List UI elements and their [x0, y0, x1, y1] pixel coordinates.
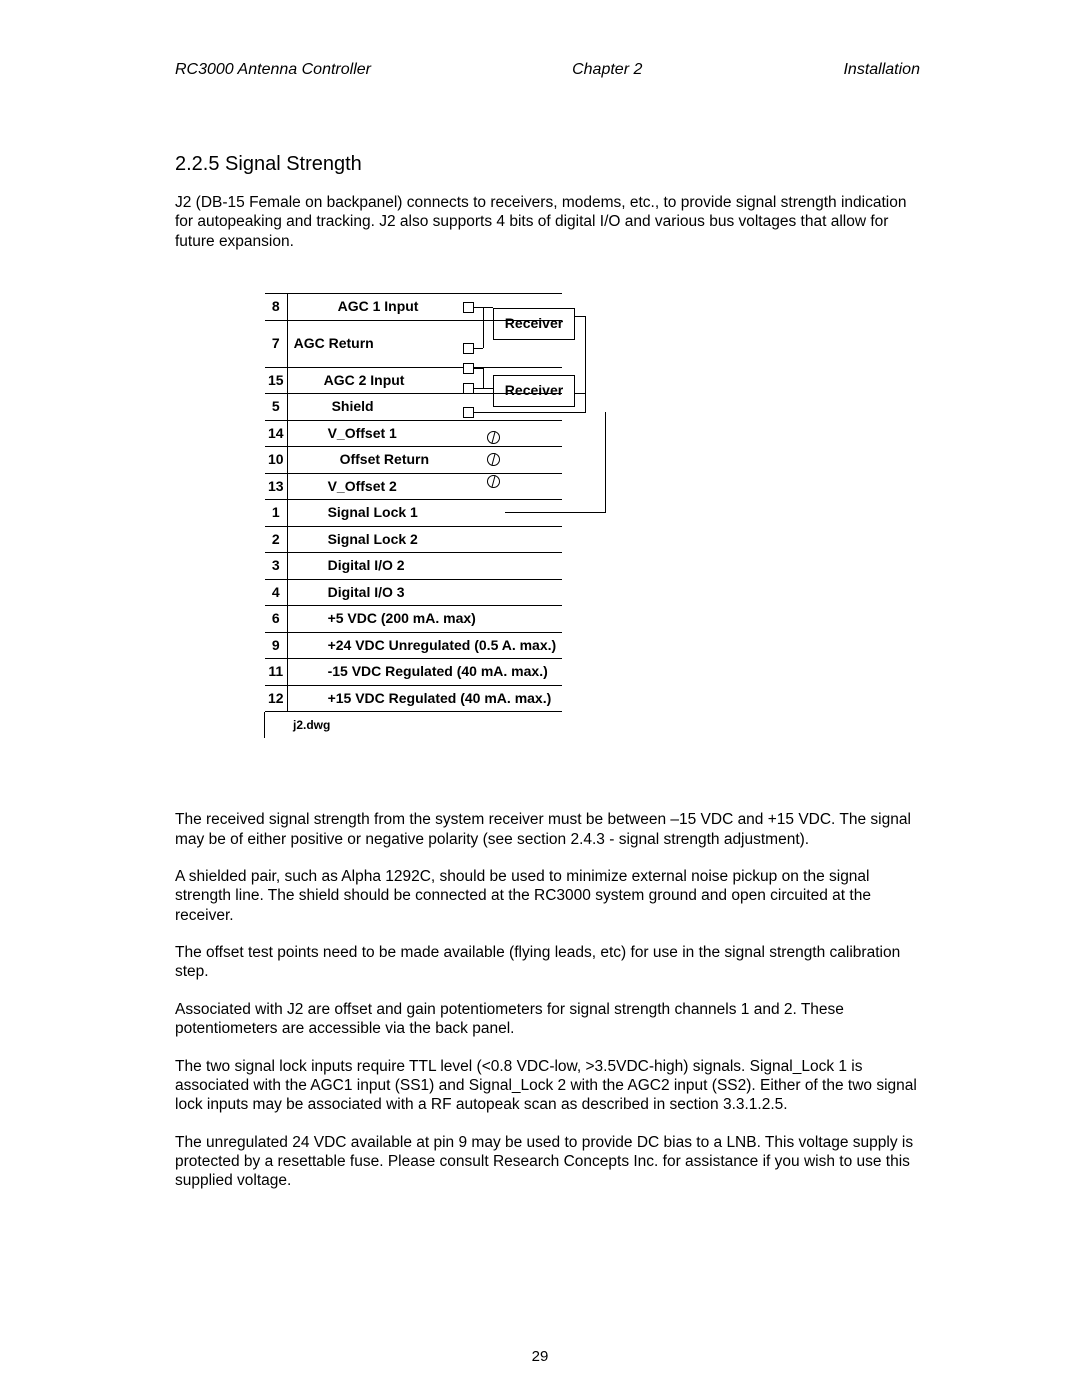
pin-label: -15 VDC Regulated (40 mA. max.) [287, 659, 562, 686]
pin-number: 9 [265, 632, 287, 659]
body-paragraph: The two signal lock inputs require TTL l… [175, 1057, 920, 1115]
pin-number: 13 [265, 473, 287, 500]
table-row: 2Signal Lock 2 [265, 526, 562, 553]
page-header: RC3000 Antenna Controller Chapter 2 Inst… [175, 60, 920, 90]
table-row: 10Offset Return [265, 447, 562, 474]
table-row: 6+5 VDC (200 mA. max) [265, 606, 562, 633]
pin-label: +5 VDC (200 mA. max) [287, 606, 562, 633]
drawing-file-label: j2.dwg [264, 712, 353, 738]
pin-label: Signal Lock 2 [287, 526, 562, 553]
pin-label: +24 VDC Unregulated (0.5 A. max.) [287, 632, 562, 659]
pin-number: 2 [265, 526, 287, 553]
pin-number: 3 [265, 553, 287, 580]
body-paragraph: Associated with J2 are offset and gain p… [175, 1000, 920, 1039]
receiver-box: Receiver [493, 375, 575, 407]
pin-number: 6 [265, 606, 287, 633]
body-paragraph: The offset test points need to be made a… [175, 943, 920, 982]
pin-number: 10 [265, 447, 287, 474]
header-center: Chapter 2 [572, 60, 642, 80]
pin-number: 7 [265, 320, 287, 367]
body-paragraph: The received signal strength from the sy… [175, 810, 920, 849]
pin-number: 8 [265, 294, 287, 321]
receiver-box: Receiver [493, 308, 575, 340]
page-number: 29 [0, 1348, 1080, 1367]
table-row: 4Digital I/O 3 [265, 579, 562, 606]
table-row: 13V_Offset 2 [265, 473, 562, 500]
pin-label: +15 VDC Regulated (40 mA. max.) [287, 685, 562, 712]
pin-number: 12 [265, 685, 287, 712]
pin-table: 8AGC 1 Input 7AGC Return 15AGC 2 Input 5… [265, 293, 562, 712]
page: RC3000 Antenna Controller Chapter 2 Inst… [0, 0, 1080, 1397]
table-row: 3Digital I/O 2 [265, 553, 562, 580]
table-row: 14V_Offset 1 [265, 420, 562, 447]
pin-number: 14 [265, 420, 287, 447]
body-paragraph: A shielded pair, such as Alpha 1292C, sh… [175, 867, 920, 925]
table-row: 11-15 VDC Regulated (40 mA. max.) [265, 659, 562, 686]
pinout-diagram: 8AGC 1 Input 7AGC Return 15AGC 2 Input 5… [265, 293, 685, 738]
pin-number: 15 [265, 367, 287, 394]
pin-number: 1 [265, 500, 287, 527]
pin-label: Digital I/O 3 [287, 579, 562, 606]
pin-number: 5 [265, 394, 287, 421]
intro-paragraph: J2 (DB-15 Female on backpanel) connects … [175, 193, 920, 251]
pin-label: V_Offset 2 [287, 473, 562, 500]
header-right: Installation [843, 60, 920, 80]
pin-label: Digital I/O 2 [287, 553, 562, 580]
header-left: RC3000 Antenna Controller [175, 60, 371, 80]
pin-label: V_Offset 1 [287, 420, 562, 447]
section-title: 2.2.5 Signal Strength [175, 152, 920, 177]
table-row: 12+15 VDC Regulated (40 mA. max.) [265, 685, 562, 712]
pin-label: Offset Return [287, 447, 562, 474]
pin-number: 11 [265, 659, 287, 686]
body-paragraph: The unregulated 24 VDC available at pin … [175, 1133, 920, 1191]
pin-number: 4 [265, 579, 287, 606]
table-row: 9+24 VDC Unregulated (0.5 A. max.) [265, 632, 562, 659]
